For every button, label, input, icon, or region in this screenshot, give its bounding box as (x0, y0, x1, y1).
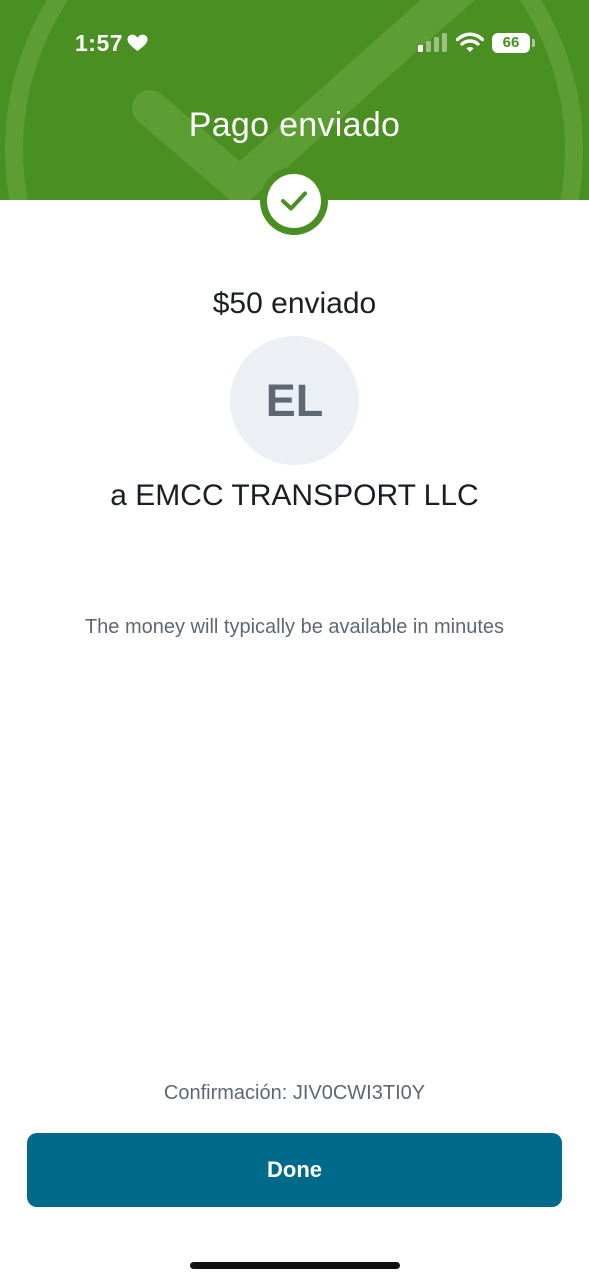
page-title: Pago enviado (188, 106, 401, 144)
amount-sent: $50 enviado (212, 287, 377, 320)
home-indicator[interactable] (190, 1262, 400, 1269)
signal-icon (418, 33, 447, 52)
recipient-avatar: EL (230, 336, 359, 465)
success-badge (260, 167, 328, 235)
battery-indicator: 66 (492, 33, 530, 53)
success-badge-inner (267, 174, 321, 228)
battery-tip (532, 39, 535, 47)
recipient-name: a EMCC TRANSPORT LLC (110, 479, 479, 512)
status-bar: 1:57 66 (0, 0, 589, 90)
availability-note: The money will typically be available in… (84, 616, 505, 638)
check-icon (281, 191, 307, 211)
status-time: 1:57 (75, 30, 124, 56)
heart-icon (127, 34, 148, 51)
confirmation-code: Confirmación: JIV0CWI3TI0Y (163, 1082, 426, 1104)
done-button[interactable]: Done (27, 1133, 562, 1207)
wifi-icon (456, 32, 484, 52)
